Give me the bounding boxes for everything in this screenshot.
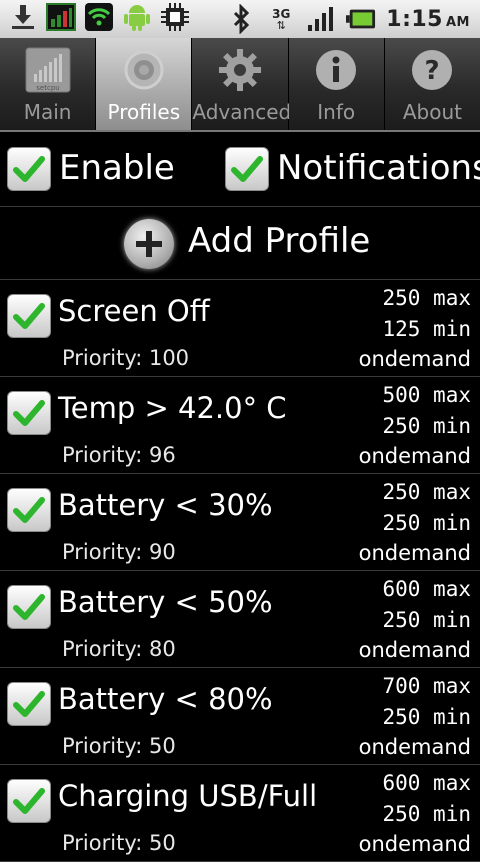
profile-max-freq: 500 max: [382, 383, 471, 407]
tab-profiles-label: Profiles: [107, 100, 181, 124]
signal-icon: [306, 4, 336, 34]
help-icon: ?: [408, 46, 456, 94]
tab-advanced-label: Advanced: [192, 100, 292, 124]
profile-min-freq: 250 min: [382, 608, 471, 632]
profile-row[interactable]: Battery < 80% Priority: 50 700 max 250 m…: [0, 668, 480, 765]
tab-main-label: Main: [23, 100, 72, 124]
profile-row[interactable]: Charging USB/Full Priority: 50 600 max 2…: [0, 765, 480, 862]
tab-info-label: Info: [317, 100, 356, 124]
profile-governor: ondemand: [358, 541, 471, 565]
profile-governor: ondemand: [358, 638, 471, 662]
profile-min-freq: 250 min: [382, 511, 471, 535]
notifications-checkbox[interactable]: [225, 147, 269, 191]
profile-min-freq: 125 min: [382, 317, 471, 341]
wifi-shield-icon: [84, 2, 114, 32]
tab-main[interactable]: setcpu Main: [0, 38, 97, 130]
clock: 1:15 AM: [386, 6, 470, 32]
gear-icon: [120, 46, 168, 94]
setcpu-icon: [46, 2, 76, 32]
profile-name: Battery < 50%: [58, 585, 273, 619]
setcpu-logo-text: setcpu: [36, 84, 59, 92]
add-profile-label: Add Profile: [188, 221, 371, 261]
toggle-row: Enable Notifications: [0, 132, 480, 207]
profile-checkbox[interactable]: [7, 779, 51, 823]
tab-info[interactable]: Info: [288, 38, 385, 130]
profile-name: Screen Off: [58, 294, 210, 328]
profile-max-freq: 700 max: [382, 674, 471, 698]
profile-checkbox[interactable]: [7, 294, 51, 338]
cpu-chip-icon: [160, 2, 190, 32]
check-icon: [13, 691, 45, 717]
profile-checkbox[interactable]: [7, 585, 51, 629]
profile-name: Battery < 80%: [58, 682, 273, 716]
profile-priority: Priority: 96: [62, 443, 176, 467]
check-icon: [13, 303, 45, 329]
check-icon: [13, 594, 45, 620]
cog-icon: [216, 46, 264, 94]
setcpu-logo-icon: setcpu: [24, 46, 72, 94]
profile-name: Battery < 30%: [58, 488, 273, 522]
profile-name: Charging USB/Full: [58, 779, 318, 813]
tab-advanced[interactable]: Advanced: [192, 38, 292, 130]
profile-list: Screen Off Priority: 100 250 max 125 min…: [0, 280, 480, 862]
tab-about-label: About: [402, 100, 462, 124]
profile-priority: Priority: 80: [62, 637, 176, 661]
check-icon: [13, 400, 45, 426]
svg-text:?: ?: [425, 56, 440, 86]
profile-governor: ondemand: [358, 832, 471, 856]
enable-label[interactable]: Enable: [59, 148, 175, 188]
battery-icon: [346, 4, 376, 34]
status-bar: 3G ⇅ 1:15 AM: [0, 0, 480, 38]
tab-bar: setcpu Main Profiles Advanced Info ? Abo…: [0, 38, 480, 132]
profile-max-freq: 600 max: [382, 577, 471, 601]
profile-governor: ondemand: [358, 347, 471, 371]
profile-row[interactable]: Temp > 42.0° C Priority: 96 500 max 250 …: [0, 377, 480, 474]
check-icon: [13, 788, 45, 814]
profile-name: Temp > 42.0° C: [58, 391, 287, 425]
profile-priority: Priority: 90: [62, 540, 176, 564]
profile-priority: Priority: 100: [62, 346, 190, 370]
check-icon: [13, 156, 45, 182]
profile-checkbox[interactable]: [7, 682, 51, 726]
profile-checkbox[interactable]: [7, 391, 51, 435]
profile-max-freq: 250 max: [382, 480, 471, 504]
profile-max-freq: 250 max: [382, 286, 471, 310]
profile-priority: Priority: 50: [62, 831, 176, 855]
check-icon: [231, 156, 263, 182]
notifications-label[interactable]: Notifications: [277, 148, 480, 188]
check-icon: [13, 497, 45, 523]
download-icon: [8, 2, 38, 32]
3g-icon: 3G ⇅: [272, 6, 291, 32]
profile-min-freq: 250 min: [382, 414, 471, 438]
bluetooth-icon: [226, 4, 256, 34]
profile-checkbox[interactable]: [7, 488, 51, 532]
profile-min-freq: 250 min: [382, 802, 471, 826]
profile-min-freq: 250 min: [382, 705, 471, 729]
profile-governor: ondemand: [358, 735, 471, 759]
add-icon: [124, 219, 174, 269]
tab-profiles[interactable]: Profiles: [96, 38, 193, 130]
profile-row[interactable]: Battery < 30% Priority: 90 250 max 250 m…: [0, 474, 480, 571]
profile-max-freq: 600 max: [382, 771, 471, 795]
profile-governor: ondemand: [358, 444, 471, 468]
android-icon: [122, 2, 152, 32]
tab-about[interactable]: ? About: [384, 38, 480, 130]
enable-checkbox[interactable]: [7, 147, 51, 191]
profile-priority: Priority: 50: [62, 734, 176, 758]
profile-row[interactable]: Battery < 50% Priority: 80 600 max 250 m…: [0, 571, 480, 668]
add-profile-button[interactable]: Add Profile: [0, 207, 480, 280]
profile-row[interactable]: Screen Off Priority: 100 250 max 125 min…: [0, 280, 480, 377]
info-icon: [312, 46, 360, 94]
